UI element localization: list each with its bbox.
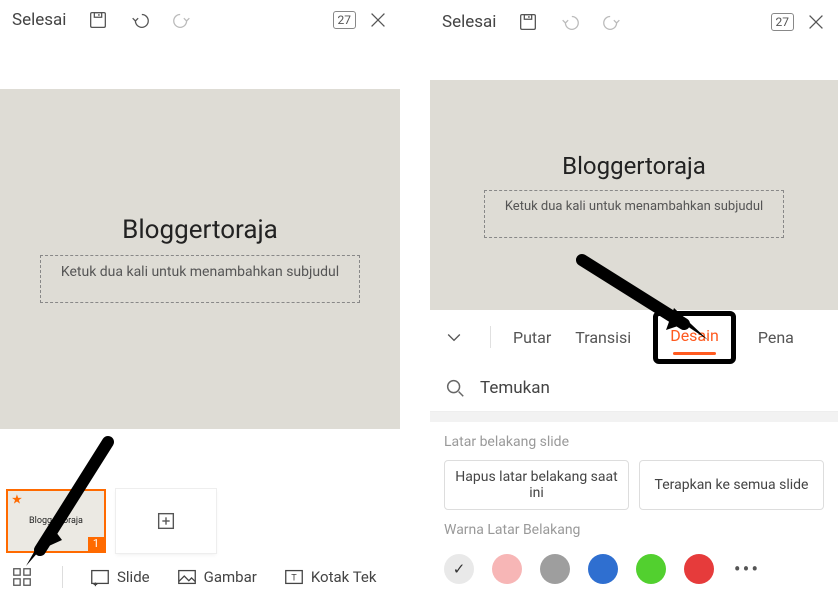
section-bg-color: Warna Latar Belakang bbox=[430, 518, 838, 548]
add-slide-button[interactable] bbox=[116, 489, 216, 553]
section-slide-background: Latar belakang slide Hapus latar belakan… bbox=[430, 422, 838, 518]
slide-thumbnail[interactable]: ★ Bloggertoraja 1 bbox=[6, 489, 106, 553]
tutorial-highlight-desain: Desain bbox=[653, 311, 736, 364]
tab-pena[interactable]: Pena bbox=[756, 322, 796, 353]
insert-image-button[interactable]: Gambar bbox=[176, 566, 257, 588]
slide-count-badge[interactable]: 27 bbox=[333, 11, 357, 29]
redo-icon bbox=[598, 8, 626, 36]
topbar-right: Selesai 27 bbox=[430, 0, 838, 44]
svg-text:T: T bbox=[291, 573, 297, 583]
section-title-color: Warna Latar Belakang bbox=[444, 522, 824, 538]
slide-count-badge[interactable]: 27 bbox=[771, 13, 795, 31]
thumbnail-strip: ★ Bloggertoraja 1 bbox=[0, 489, 400, 553]
thumbnail-number: 1 bbox=[88, 537, 104, 551]
divider bbox=[490, 326, 491, 348]
search-icon bbox=[444, 377, 466, 399]
color-swatch-5[interactable] bbox=[684, 554, 714, 584]
slide-title[interactable]: Bloggertoraja bbox=[122, 215, 278, 245]
color-swatch-2[interactable] bbox=[540, 554, 570, 584]
insert-slide-label: Slide bbox=[117, 568, 150, 586]
grid-view-icon[interactable] bbox=[8, 563, 36, 591]
search-row[interactable]: Temukan bbox=[430, 364, 838, 412]
done-button[interactable]: Selesai bbox=[438, 8, 500, 36]
slide-canvas[interactable]: Bloggertoraja Ketuk dua kali untuk menam… bbox=[0, 89, 400, 429]
design-tabs: Putar Transisi Desain Pena bbox=[430, 310, 838, 364]
left-pane: Selesai 27 Bloggertoraja Ketuk dua kali … bbox=[0, 0, 400, 600]
slide-canvas[interactable]: Bloggertoraja Ketuk dua kali untuk menam… bbox=[430, 80, 838, 310]
undo-icon bbox=[556, 8, 584, 36]
star-icon: ★ bbox=[12, 493, 22, 506]
undo-icon[interactable] bbox=[126, 6, 154, 34]
remove-background-button[interactable]: Hapus latar belakang saat ini bbox=[444, 460, 629, 510]
tab-transisi[interactable]: Transisi bbox=[573, 322, 633, 353]
search-label: Temukan bbox=[480, 378, 550, 398]
close-icon[interactable] bbox=[364, 6, 392, 34]
color-swatch-1[interactable] bbox=[492, 554, 522, 584]
bottom-toolbar: Slide Gambar T Kotak Tek bbox=[0, 554, 400, 600]
right-pane: Selesai 27 Bloggertoraja Ketuk dua kali … bbox=[430, 0, 838, 600]
section-separator bbox=[430, 412, 838, 422]
collapse-chevron-icon[interactable] bbox=[438, 327, 470, 347]
slide-title[interactable]: Bloggertoraja bbox=[562, 152, 706, 180]
close-icon[interactable] bbox=[802, 8, 830, 36]
redo-icon bbox=[168, 6, 196, 34]
topbar-left: Selesai 27 bbox=[0, 0, 400, 39]
section-title-bg: Latar belakang slide bbox=[444, 434, 824, 450]
apply-to-all-button[interactable]: Terapkan ke semua slide bbox=[639, 460, 824, 510]
insert-textbox-label: Kotak Tek bbox=[311, 568, 377, 586]
insert-slide-button[interactable]: Slide bbox=[89, 566, 150, 588]
done-button[interactable]: Selesai bbox=[8, 6, 70, 34]
save-icon[interactable] bbox=[514, 8, 542, 36]
insert-image-label: Gambar bbox=[204, 568, 257, 586]
save-icon[interactable] bbox=[84, 6, 112, 34]
divider bbox=[62, 566, 63, 588]
tab-desain[interactable]: Desain bbox=[668, 320, 721, 351]
tab-putar[interactable]: Putar bbox=[511, 322, 553, 353]
color-swatch-4[interactable] bbox=[636, 554, 666, 584]
more-colors-button[interactable]: ••• bbox=[732, 557, 762, 581]
slide-subtitle-placeholder[interactable]: Ketuk dua kali untuk menambahkan subjudu… bbox=[484, 190, 784, 238]
thumbnail-title: Bloggertoraja bbox=[29, 516, 83, 526]
color-swatch-0[interactable] bbox=[444, 554, 474, 584]
color-swatch-row: ••• bbox=[430, 548, 838, 598]
insert-textbox-button[interactable]: T Kotak Tek bbox=[283, 566, 377, 588]
color-swatch-3[interactable] bbox=[588, 554, 618, 584]
slide-subtitle-placeholder[interactable]: Ketuk dua kali untuk menambahkan subjudu… bbox=[40, 255, 360, 303]
